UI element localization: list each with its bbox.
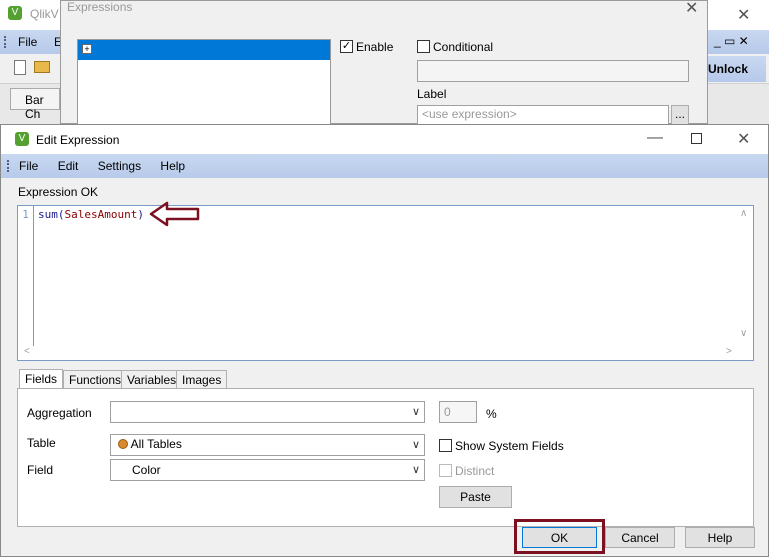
field-dropdown[interactable]: Color ∨ bbox=[110, 459, 425, 481]
code-close-paren: ) bbox=[137, 208, 144, 221]
code-argument: SalesAmount bbox=[64, 208, 138, 221]
table-label: Table bbox=[27, 436, 56, 450]
expression-tree[interactable]: + bbox=[77, 39, 331, 129]
background-menu-file[interactable]: File bbox=[18, 35, 37, 49]
menu-grip-icon bbox=[4, 36, 7, 48]
background-close-icon[interactable]: ✕ bbox=[737, 5, 750, 25]
paste-label: Paste bbox=[460, 490, 491, 504]
percent-input[interactable]: 0 bbox=[439, 401, 477, 423]
sheet-tab-label: Bar Ch bbox=[25, 93, 44, 121]
enable-checkbox[interactable]: ✓ bbox=[340, 40, 353, 53]
expression-code[interactable]: sum(SalesAmount) bbox=[38, 208, 144, 221]
aggregation-label: Aggregation bbox=[27, 406, 92, 420]
label-placeholder: <use expression> bbox=[422, 107, 517, 121]
close-icon[interactable]: ✕ bbox=[737, 129, 750, 149]
annotation-arrow-icon bbox=[149, 201, 200, 227]
code-function: sum( bbox=[38, 208, 65, 221]
unlock-label: Unlock bbox=[708, 62, 749, 76]
tab-variables[interactable]: Variables bbox=[121, 370, 183, 389]
edit-expression-title-bar: V Edit Expression — ✕ bbox=[1, 125, 768, 154]
distinct-label: Distinct bbox=[455, 464, 495, 478]
distinct-checkbox[interactable] bbox=[439, 464, 452, 477]
expressions-dialog-title: Expressions bbox=[67, 0, 133, 14]
expression-tree-selected-row[interactable] bbox=[78, 40, 330, 60]
percent-value: 0 bbox=[444, 405, 451, 419]
chevron-down-icon: ∨ bbox=[411, 406, 420, 418]
minimize-icon[interactable]: — bbox=[647, 129, 663, 147]
expressions-close-icon[interactable]: ✕ bbox=[685, 0, 698, 18]
enable-label: Enable bbox=[356, 40, 394, 54]
chevron-down-icon: ∨ bbox=[411, 464, 420, 476]
tab-images-label: Images bbox=[182, 373, 222, 387]
edit-expression-title: Edit Expression bbox=[36, 133, 120, 147]
expand-plus-icon[interactable]: + bbox=[82, 44, 92, 54]
tab-functions-label: Functions bbox=[69, 373, 122, 387]
table-dropdown[interactable]: All Tables ∨ bbox=[110, 434, 425, 456]
fields-tab-panel: Aggregation ∨ 0 % Table All Tables ∨ Sho… bbox=[17, 388, 754, 527]
ok-button[interactable]: OK bbox=[522, 527, 597, 548]
menu-settings[interactable]: Settings bbox=[90, 154, 149, 178]
help-button[interactable]: Help bbox=[685, 527, 755, 548]
edit-expression-dialog: V Edit Expression — ✕ File Edit Settings… bbox=[0, 124, 769, 557]
scroll-right-icon[interactable]: > bbox=[726, 346, 732, 357]
menu-grip-icon bbox=[7, 160, 10, 172]
line-number-gutter: 1 bbox=[18, 206, 34, 346]
paste-button[interactable]: Paste bbox=[439, 486, 512, 508]
scroll-left-icon[interactable]: < bbox=[24, 346, 30, 357]
unlock-button[interactable]: Unlock bbox=[706, 56, 766, 82]
tab-variables-label: Variables bbox=[127, 373, 177, 387]
table-value: All Tables bbox=[130, 437, 182, 451]
tab-functions[interactable]: Functions bbox=[63, 370, 128, 389]
window-controls-icon[interactable]: _ ▭ ✕ bbox=[714, 34, 749, 48]
label-browse-glyph: ... bbox=[674, 107, 685, 121]
ok-label: OK bbox=[550, 531, 569, 545]
conditional-checkbox[interactable] bbox=[417, 40, 430, 53]
cancel-button[interactable]: Cancel bbox=[605, 527, 675, 548]
open-folder-icon[interactable] bbox=[34, 61, 50, 73]
conditional-label: Conditional bbox=[433, 40, 494, 54]
show-system-fields-label: Show System Fields bbox=[455, 439, 564, 453]
expression-editor[interactable]: 1 sum(SalesAmount) ∧ ∨ < > bbox=[17, 205, 754, 361]
aggregation-dropdown[interactable]: ∨ bbox=[110, 401, 425, 423]
edit-expression-menu-bar: File Edit Settings Help bbox=[1, 154, 768, 178]
table-indicator-icon bbox=[118, 439, 128, 449]
menu-file[interactable]: File bbox=[11, 154, 46, 178]
background-window-title: QlikV bbox=[30, 7, 59, 21]
menu-help[interactable]: Help bbox=[152, 154, 193, 178]
menu-edit[interactable]: Edit bbox=[50, 154, 87, 178]
cancel-label: Cancel bbox=[621, 531, 659, 545]
line-number: 1 bbox=[22, 208, 29, 221]
new-document-icon[interactable] bbox=[14, 60, 26, 75]
expression-status: Expression OK bbox=[18, 185, 99, 199]
scroll-up-icon[interactable]: ∧ bbox=[740, 208, 747, 219]
qlikview-logo-icon: V bbox=[15, 132, 29, 146]
label-input[interactable]: <use expression> bbox=[417, 105, 669, 125]
label-caption: Label bbox=[417, 87, 447, 101]
tab-images[interactable]: Images bbox=[176, 370, 228, 389]
conditional-expression-field[interactable] bbox=[417, 60, 689, 82]
tab-fields-label: Fields bbox=[25, 372, 58, 386]
show-system-fields-checkbox[interactable] bbox=[439, 439, 452, 452]
sheet-tab-bar-chart[interactable]: Bar Ch bbox=[10, 88, 60, 121]
field-label: Field bbox=[27, 463, 54, 477]
field-value: Color bbox=[132, 463, 161, 477]
chevron-down-icon: ∨ bbox=[411, 439, 420, 451]
percent-sign: % bbox=[486, 407, 497, 421]
maximize-icon[interactable] bbox=[691, 133, 702, 144]
scroll-down-icon[interactable]: ∨ bbox=[740, 328, 747, 339]
expressions-dialog: Expressions ✕ + ✓ Enable Conditional Lab… bbox=[60, 0, 708, 129]
qlikview-logo-icon: V bbox=[8, 6, 22, 20]
help-label: Help bbox=[707, 531, 733, 545]
tab-fields[interactable]: Fields bbox=[19, 369, 64, 390]
label-browse-button[interactable]: ... bbox=[671, 105, 689, 125]
